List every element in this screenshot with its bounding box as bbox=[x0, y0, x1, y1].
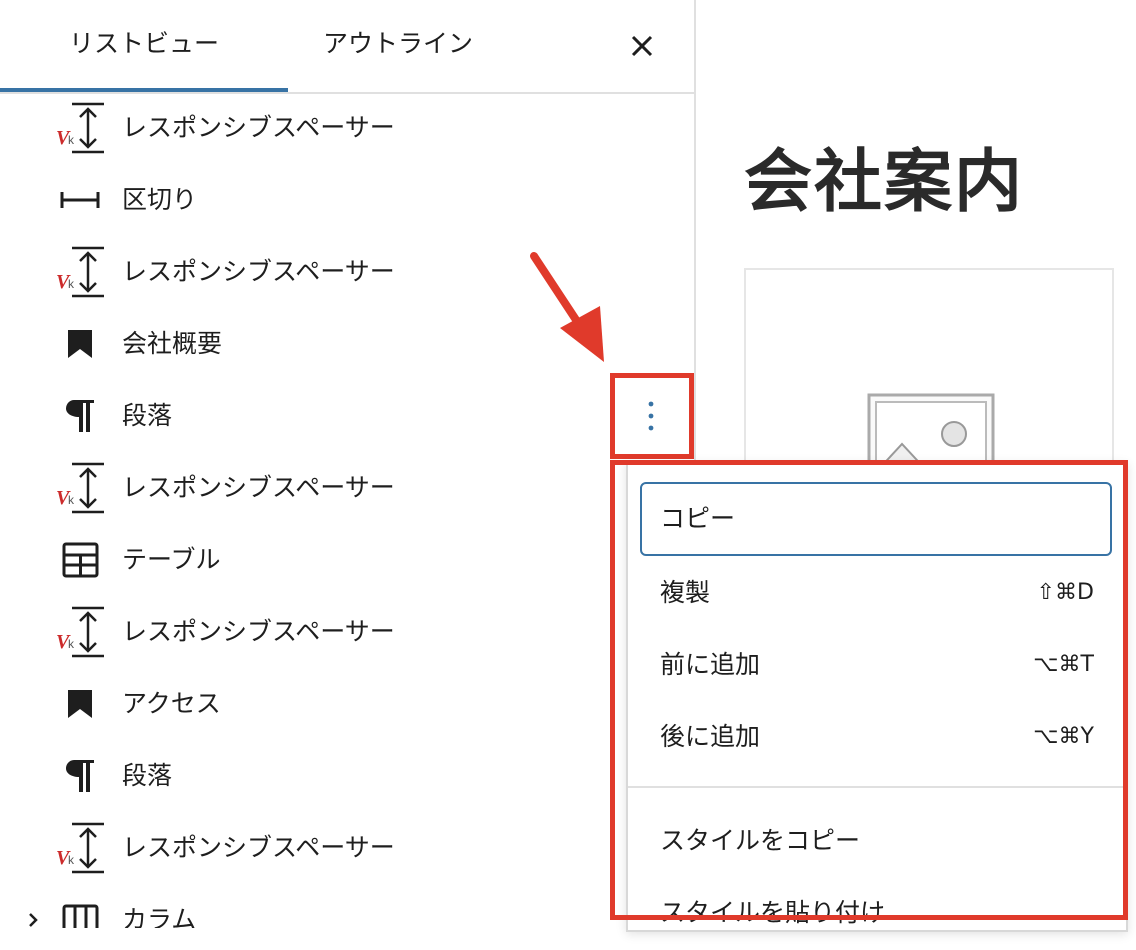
menu-item-copy-styles[interactable]: スタイルをコピー bbox=[640, 804, 1112, 878]
menu-item-insert-after[interactable]: 後に追加 ⌥⌘Y bbox=[640, 700, 1112, 774]
list-item-label: レスポンシブスペーサー bbox=[122, 113, 395, 142]
list-view-panel: リストビュー アウトライン レスポンシブスペーサー 区切り レスポンシブスペーサ… bbox=[0, 0, 696, 928]
list-item[interactable]: アクセス bbox=[0, 668, 694, 740]
menu-item-label: 前に追加 bbox=[660, 650, 761, 679]
annotation-arrow-icon bbox=[530, 252, 604, 362]
menu-item-duplicate[interactable]: 複製 ⇧⌘D bbox=[640, 556, 1112, 630]
list-item-label: テーブル bbox=[122, 545, 221, 574]
list-item-label: 区切り bbox=[122, 185, 198, 214]
paragraph-icon bbox=[52, 746, 112, 806]
spacer-icon bbox=[52, 818, 112, 878]
list-item[interactable]: レスポンシブスペーサー bbox=[0, 596, 694, 668]
chevron-right-icon[interactable] bbox=[24, 906, 44, 928]
paragraph-icon bbox=[52, 386, 112, 446]
list-item-label: 段落 bbox=[122, 761, 173, 790]
menu-item-copy[interactable]: コピー bbox=[640, 482, 1112, 556]
list-item-label: カラム bbox=[122, 905, 197, 928]
page-title: 会社案内 bbox=[744, 143, 1025, 222]
menu-item-label: コピー bbox=[660, 504, 736, 533]
table-icon bbox=[52, 530, 112, 590]
tab-outline[interactable]: アウトライン bbox=[288, 0, 508, 90]
spacer-icon bbox=[52, 602, 112, 662]
bookmark-icon bbox=[52, 674, 112, 734]
block-options-button[interactable] bbox=[614, 376, 692, 458]
panel-tabs: リストビュー アウトライン bbox=[0, 0, 694, 94]
list-item[interactable]: カラム bbox=[0, 884, 694, 928]
menu-item-label: 複製 bbox=[660, 578, 711, 607]
menu-item-label: スタイルを貼り付け bbox=[660, 898, 886, 927]
menu-item-paste-styles[interactable]: スタイルを貼り付け bbox=[640, 876, 1112, 950]
menu-item-insert-before[interactable]: 前に追加 ⌥⌘T bbox=[640, 628, 1112, 702]
list-item-label: 会社概要 bbox=[122, 329, 223, 358]
menu-divider bbox=[628, 786, 1126, 788]
tab-list-view[interactable]: リストビュー bbox=[0, 0, 288, 90]
columns-icon bbox=[52, 890, 112, 928]
list-item[interactable]: 段落 bbox=[0, 380, 694, 452]
list-item[interactable]: レスポンシブスペーサー bbox=[0, 812, 694, 884]
list-item[interactable]: テーブル bbox=[0, 524, 694, 596]
spacer-icon bbox=[52, 98, 112, 158]
menu-item-shortcut: ⌥⌘Y bbox=[1033, 724, 1094, 749]
list-item[interactable]: レスポンシブスペーサー bbox=[0, 92, 694, 164]
separator-icon bbox=[52, 170, 112, 230]
block-list: レスポンシブスペーサー 区切り レスポンシブスペーサー 会社概要 段落 レスポン… bbox=[0, 92, 694, 928]
bookmark-icon bbox=[52, 314, 112, 374]
more-vertical-icon bbox=[648, 401, 654, 431]
list-item[interactable]: 段落 bbox=[0, 740, 694, 812]
list-item[interactable]: 区切り bbox=[0, 164, 694, 236]
menu-item-label: 後に追加 bbox=[660, 722, 761, 751]
block-options-menu: コピー 複製 ⇧⌘D 前に追加 ⌥⌘T 後に追加 ⌥⌘Y スタイルをコピー スタ… bbox=[626, 462, 1128, 932]
image-icon bbox=[867, 393, 995, 472]
list-item-label: レスポンシブスペーサー bbox=[122, 617, 395, 646]
list-item-label: レスポンシブスペーサー bbox=[122, 473, 395, 502]
close-icon bbox=[631, 35, 653, 57]
spacer-icon bbox=[52, 242, 112, 302]
list-item[interactable]: レスポンシブスペーサー bbox=[0, 452, 694, 524]
list-item-label: レスポンシブスペーサー bbox=[122, 833, 395, 862]
list-item-label: レスポンシブスペーサー bbox=[122, 257, 395, 286]
menu-item-shortcut: ⌥⌘T bbox=[1033, 652, 1094, 677]
spacer-icon bbox=[52, 458, 112, 518]
list-item-label: アクセス bbox=[122, 689, 221, 718]
close-button[interactable] bbox=[614, 18, 670, 74]
menu-item-shortcut: ⇧⌘D bbox=[1036, 580, 1094, 605]
menu-item-label: スタイルをコピー bbox=[660, 826, 861, 855]
list-item-label: 段落 bbox=[122, 401, 173, 430]
